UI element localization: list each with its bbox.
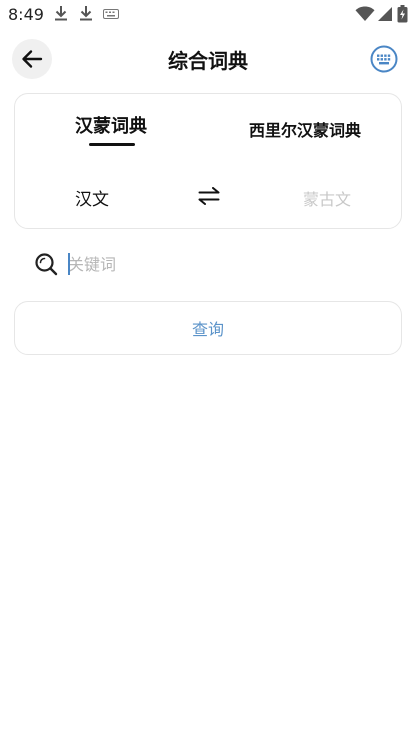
text-cursor: [68, 253, 70, 275]
wifi-icon: [355, 6, 375, 22]
search-icon: [35, 253, 58, 276]
dictionary-card: 汉蒙词典 西里尔汉蒙词典 汉文 蒙古文: [14, 93, 402, 229]
tab-hanmeng-dictionary[interactable]: 汉蒙词典: [75, 112, 147, 138]
target-language[interactable]: 蒙古文: [303, 186, 351, 210]
battery-icon: [397, 5, 408, 23]
tab-cyrillic-hanmeng-dictionary[interactable]: 西里尔汉蒙词典: [249, 117, 361, 141]
search-input[interactable]: [68, 249, 398, 279]
swap-language-button[interactable]: [196, 183, 222, 209]
signal-icon: [378, 7, 392, 21]
keyboard-icon: [370, 45, 398, 73]
download-icon: [80, 6, 92, 21]
keyboard-icon: [103, 9, 119, 19]
selected-tab-indicator: [89, 143, 135, 146]
swap-arrows-icon: [198, 187, 220, 205]
query-button[interactable]: 查询: [14, 301, 402, 355]
keyboard-button[interactable]: [368, 43, 400, 75]
page-title: 综合词典: [168, 49, 248, 73]
status-bar: 8:49: [0, 0, 416, 28]
source-language[interactable]: 汉文: [75, 185, 109, 210]
status-time: 8:49: [8, 5, 44, 24]
download-icon: [55, 6, 67, 21]
